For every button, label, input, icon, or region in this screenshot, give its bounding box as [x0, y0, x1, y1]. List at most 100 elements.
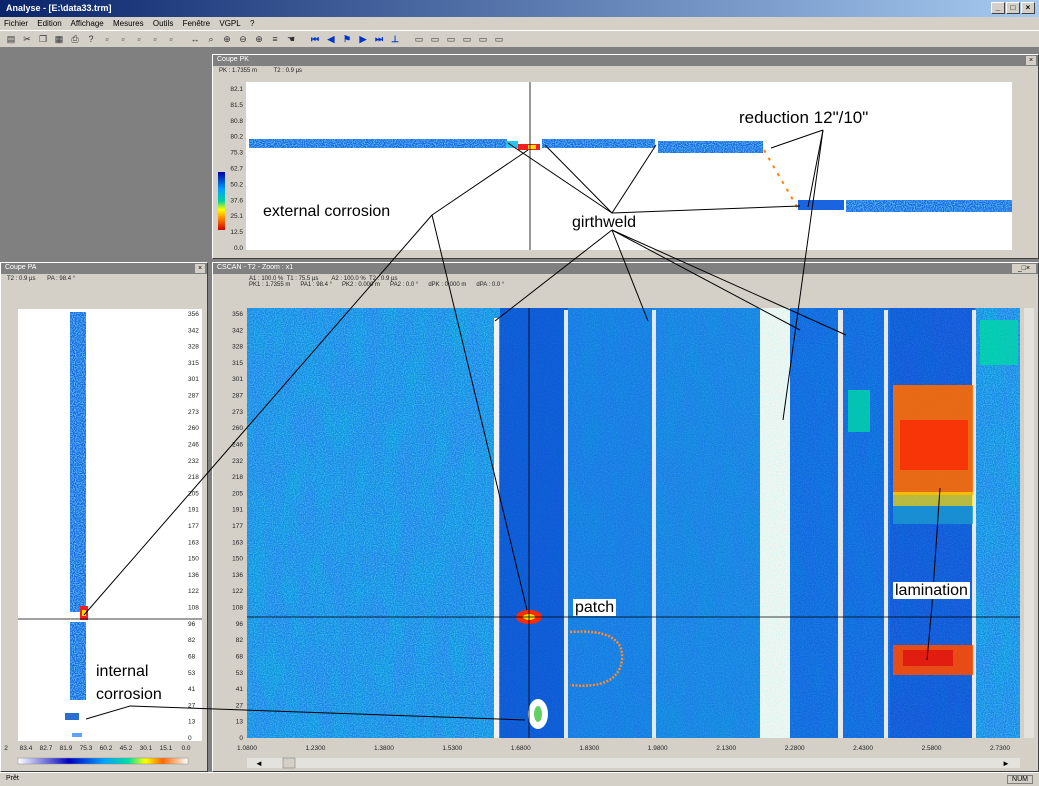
tick-label: 80.8	[230, 118, 243, 125]
tick-label: 2.4300	[853, 745, 873, 752]
tick-label: 13	[236, 719, 244, 726]
num-lock-indicator: NUM	[1007, 775, 1033, 784]
tick-label: 191	[232, 507, 243, 514]
tick-label: 1.3800	[374, 745, 394, 752]
tick-label: 0.0	[234, 245, 243, 252]
tick-label: 287	[232, 393, 243, 400]
annotation-patch: patch	[573, 599, 617, 616]
tick-label: 287	[188, 393, 199, 400]
cscan-scroll-thumb[interactable]	[282, 757, 296, 769]
tick-label: 41	[188, 686, 196, 693]
annotation-lamination: lamination	[893, 582, 970, 599]
coupe-pa-color-scale	[17, 757, 189, 765]
tick-label: 37.6	[230, 197, 243, 204]
tick-label: 0	[239, 735, 243, 742]
tick-label: 0	[188, 735, 192, 742]
tick-label: 1.9800	[648, 745, 668, 752]
tick-label: 80.2	[230, 134, 243, 141]
tick-label: 82	[188, 637, 196, 644]
tick-label: 328	[232, 344, 243, 351]
annotation-internal-corrosion: internal corrosion	[96, 663, 162, 703]
cscan-x-axis: 1.0800 1.2300 1.3800 1.5300 1.6800 1.8300 1.98…	[237, 745, 1010, 752]
annotation-internal-line-1: internal	[96, 663, 149, 680]
tick-label: 83.4	[20, 745, 33, 752]
tick-label: 273	[188, 409, 199, 416]
tick-label: 122	[188, 588, 199, 595]
tick-label: 150	[188, 556, 199, 563]
tick-label: 27	[236, 702, 244, 709]
tick-label: 315	[188, 360, 199, 367]
tick-label: 122	[232, 588, 243, 595]
tick-label: 0.0	[181, 745, 190, 752]
tick-label: 260	[188, 425, 199, 432]
tick-label: 301	[232, 376, 243, 383]
tick-label: 41	[236, 686, 244, 693]
tick-label: 260	[232, 425, 243, 432]
tick-label: 68	[188, 653, 196, 660]
tick-label: 356	[188, 311, 199, 318]
scroll-left-icon[interactable]: ◄	[255, 759, 263, 768]
tick-label: 163	[232, 539, 243, 546]
tick-label: 82.7	[40, 745, 53, 752]
coupe-pk-y-axis: 82.1 81.5 80.8 80.2 75.3 62.7 50.2 37.6 25.1 12.5…	[230, 86, 243, 252]
tick-label: 315	[232, 360, 243, 367]
tick-label: 232	[188, 458, 199, 465]
tick-label: 136	[188, 572, 199, 579]
tick-label: 232	[232, 458, 243, 465]
tick-label: 150	[232, 556, 243, 563]
tick-label: 45.2	[120, 745, 133, 752]
annotation-reduction: reduction 12"/10"	[739, 108, 869, 127]
tick-label: 177	[232, 523, 243, 530]
tick-label: 1.0800	[237, 745, 257, 752]
tick-label: 136	[232, 572, 243, 579]
tick-label: 246	[188, 441, 199, 448]
tick-label: 62.7	[230, 166, 243, 173]
tick-label: 96	[188, 621, 196, 628]
tick-label: 53	[188, 670, 196, 677]
tick-label: 163	[188, 539, 199, 546]
cscan-horizontal-scrollbar[interactable]	[247, 758, 1020, 768]
cscan-image[interactable]	[247, 308, 1020, 738]
tick-label: 96	[236, 621, 244, 628]
annotation-external-corrosion: external corrosion	[263, 203, 391, 220]
tick-label: 356	[232, 311, 243, 318]
annotation-girthweld: girthweld	[572, 214, 637, 231]
tick-label: 1.6800	[511, 745, 531, 752]
tick-label: 273	[232, 409, 243, 416]
tick-label: 12.5	[230, 229, 243, 236]
tick-label: 2.5800	[922, 745, 942, 752]
tick-label: 50.2	[230, 181, 243, 188]
tick-label: 25.1	[230, 213, 243, 220]
coupe-pk-color-scale	[218, 172, 225, 230]
status-bar: Prêt NUM	[0, 772, 1039, 786]
tick-label: 328	[188, 344, 199, 351]
tick-label: 108	[188, 605, 199, 612]
tick-label: 218	[188, 474, 199, 481]
tick-label: 2.2800	[785, 745, 805, 752]
tick-label: 205	[232, 490, 243, 497]
tick-label: 2	[4, 745, 8, 752]
tick-label: 75.3	[230, 150, 243, 157]
coupe-pa-x-axis: 2 83.4 82.7 81.9 75.3 60.2 45.2 30.1 15.1 0.0	[4, 745, 191, 752]
tick-label: 53	[236, 670, 244, 677]
tick-label: 177	[188, 523, 199, 530]
tick-label: 342	[188, 327, 199, 334]
annotation-internal-line-2: corrosion	[96, 686, 162, 703]
tick-label: 108	[232, 605, 243, 612]
cscan-y-axis: 3563423283153012872732602462322182051911…	[232, 311, 243, 742]
tick-label: 81.5	[230, 102, 243, 109]
tick-label: 1.5300	[442, 745, 462, 752]
tick-label: 191	[188, 507, 199, 514]
tick-label: 30.1	[140, 745, 153, 752]
tick-label: 1.8300	[579, 745, 599, 752]
cscan-vertical-scrollbar[interactable]	[1024, 308, 1034, 738]
tick-label: 342	[232, 327, 243, 334]
tick-label: 82	[236, 637, 244, 644]
tick-label: 60.2	[100, 745, 113, 752]
scroll-right-icon[interactable]: ►	[1002, 759, 1010, 768]
status-text: Prêt	[6, 775, 19, 782]
tick-label: 81.9	[60, 745, 73, 752]
tick-label: 82.1	[230, 86, 243, 93]
tick-label: 75.3	[80, 745, 93, 752]
tick-label: 2.7300	[990, 745, 1010, 752]
